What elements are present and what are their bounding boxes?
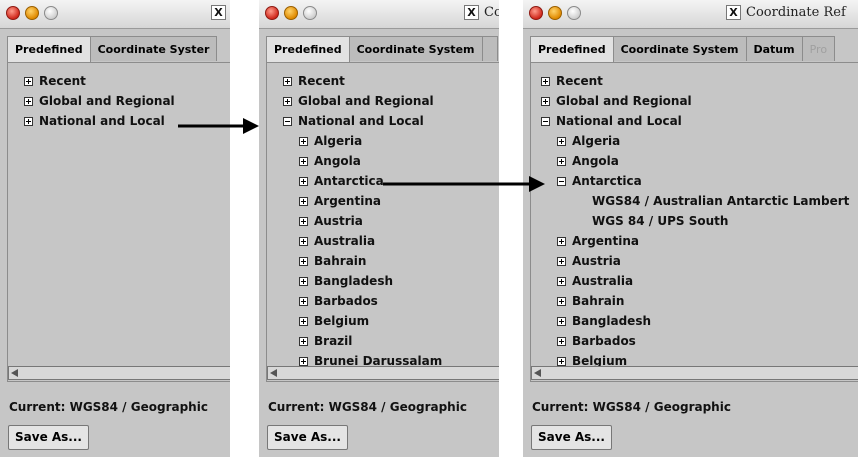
arrow-antarctica-to-panel-3 — [383, 176, 545, 192]
arrow-national-to-panel-2 — [178, 118, 259, 134]
connector-arrows — [178, 118, 545, 192]
